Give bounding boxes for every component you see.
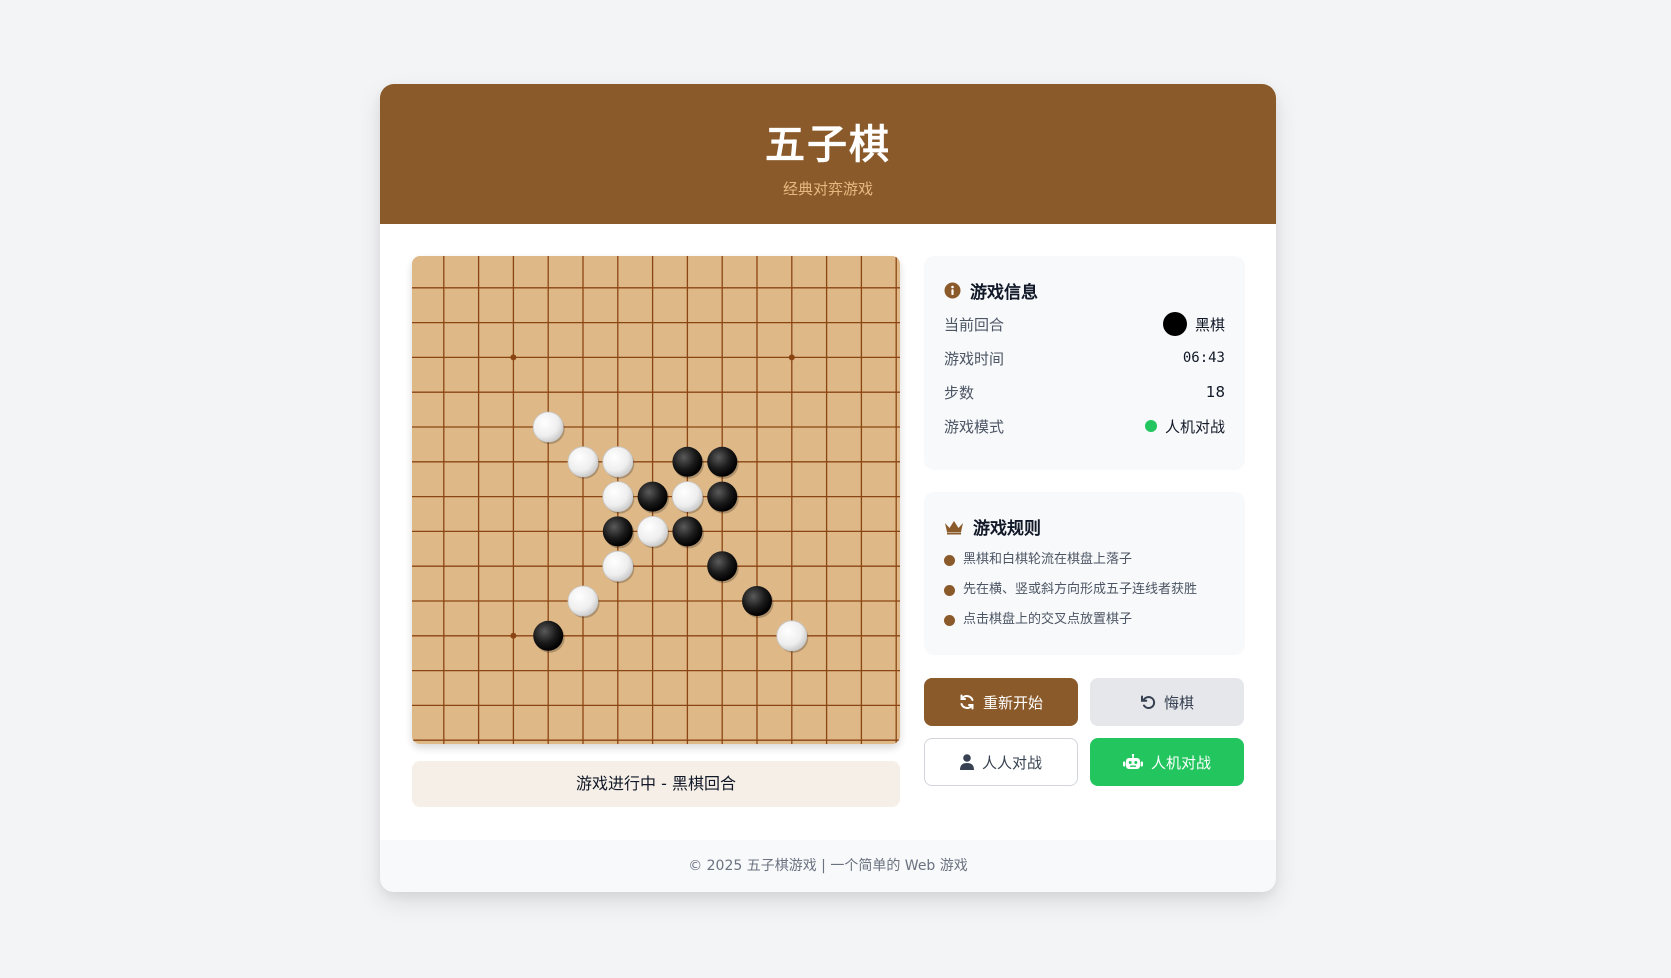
steps-row: 步数 18 <box>944 380 1225 404</box>
footer: © 2025 五子棋游戏 | 一个简单的 Web 游戏 <box>380 840 1276 892</box>
pvp-mode-label: 人人对战 <box>981 753 1042 772</box>
black-stone <box>672 446 703 477</box>
black-stone <box>742 586 772 616</box>
black-stone <box>707 446 738 477</box>
pve-mode-button[interactable]: 人机对战 <box>1090 738 1244 786</box>
game-time-label: 游戏时间 <box>944 349 1005 368</box>
restart-button-label: 重新开始 <box>982 693 1043 712</box>
rule-item: 黑棋和白棋轮流在棋盘上落子 <box>944 547 1235 567</box>
white-stone <box>532 411 564 443</box>
mode-status-dot <box>1144 420 1157 432</box>
game-time-row: 游戏时间 06:43 <box>944 346 1225 370</box>
black-stone <box>602 516 633 547</box>
steps-label: 步数 <box>944 383 975 402</box>
white-stone <box>671 481 703 513</box>
current-turn-row: 当前回合 黑棋 <box>944 312 1225 336</box>
steps-value: 18 <box>1205 383 1225 401</box>
robot-icon <box>1122 754 1143 770</box>
undo-button[interactable]: 悔棋 <box>1090 678 1244 726</box>
rule-item: 点击棋盘上的交叉点放置棋子 <box>944 607 1235 627</box>
star-point <box>510 632 517 639</box>
white-stone <box>602 446 634 478</box>
current-turn-text: 黑棋 <box>1194 315 1225 334</box>
game-mode-label: 游戏模式 <box>944 417 1005 436</box>
game-rules-title: 游戏规则 <box>944 514 1041 539</box>
game-rules-title-text: 游戏规则 <box>973 519 1041 539</box>
user-icon <box>959 754 974 770</box>
board-canvas[interactable] <box>412 256 900 744</box>
info-circle-icon <box>944 282 961 299</box>
undo-icon <box>1140 694 1156 710</box>
game-status: 游戏进行中 - 黑棋回合 <box>412 761 900 807</box>
game-rules-panel: 游戏规则 黑棋和白棋轮流在棋盘上落子 先在横、竖或斜方向形成五子连线者获胜 点击… <box>924 492 1245 655</box>
gomoku-board[interactable] <box>412 256 900 744</box>
black-stone-indicator <box>1162 312 1187 336</box>
black-stone <box>637 481 668 512</box>
rule-text: 点击棋盘上的交叉点放置棋子 <box>963 611 1133 627</box>
restart-button[interactable]: 重新开始 <box>924 678 1078 726</box>
refresh-icon <box>959 694 975 710</box>
game-mode-row: 游戏模式 人机对战 <box>944 414 1225 438</box>
rule-bullet <box>944 554 955 566</box>
white-stone <box>602 481 634 513</box>
white-stone <box>567 446 599 478</box>
rule-text: 黑棋和白棋轮流在棋盘上落子 <box>963 551 1133 567</box>
game-info-title-text: 游戏信息 <box>970 283 1038 303</box>
game-mode-value: 人机对战 <box>1144 416 1225 437</box>
rule-item: 先在横、竖或斜方向形成五子连线者获胜 <box>944 577 1235 597</box>
undo-button-label: 悔棋 <box>1163 693 1194 712</box>
white-stone <box>567 585 599 617</box>
rule-bullet <box>944 584 955 596</box>
page-subtitle: 经典对弈游戏 <box>782 180 873 198</box>
header: 五子棋 经典对弈游戏 <box>380 84 1276 224</box>
page-title: 五子棋 <box>765 122 891 168</box>
black-stone <box>533 620 564 651</box>
rule-text: 先在横、竖或斜方向形成五子连线者获胜 <box>963 581 1198 597</box>
star-point <box>788 354 795 361</box>
white-stone <box>637 515 669 547</box>
current-turn-label: 当前回合 <box>944 315 1005 334</box>
game-info-title: 游戏信息 <box>944 278 1038 303</box>
game-time-value: 06:43 <box>1182 350 1225 366</box>
pve-mode-label: 人机对战 <box>1150 753 1211 772</box>
pvp-mode-button[interactable]: 人人对战 <box>924 738 1078 786</box>
rule-bullet <box>944 614 955 626</box>
black-stone <box>707 481 738 512</box>
game-info-panel: 游戏信息 当前回合 黑棋 游戏时间 06:43 步数 18 游戏模式 人机对战 <box>924 256 1245 470</box>
white-stone <box>602 550 634 582</box>
white-stone <box>776 620 808 652</box>
black-stone <box>672 516 703 547</box>
crown-icon <box>944 519 964 535</box>
current-turn-value: 黑棋 <box>1162 312 1225 336</box>
game-card: 五子棋 经典对弈游戏 游戏进行中 - 黑棋回合 游戏信息 当前回合 黑棋 游戏时… <box>380 84 1276 892</box>
black-stone <box>707 551 738 582</box>
star-point <box>510 354 517 361</box>
game-mode-text: 人机对战 <box>1164 417 1225 436</box>
